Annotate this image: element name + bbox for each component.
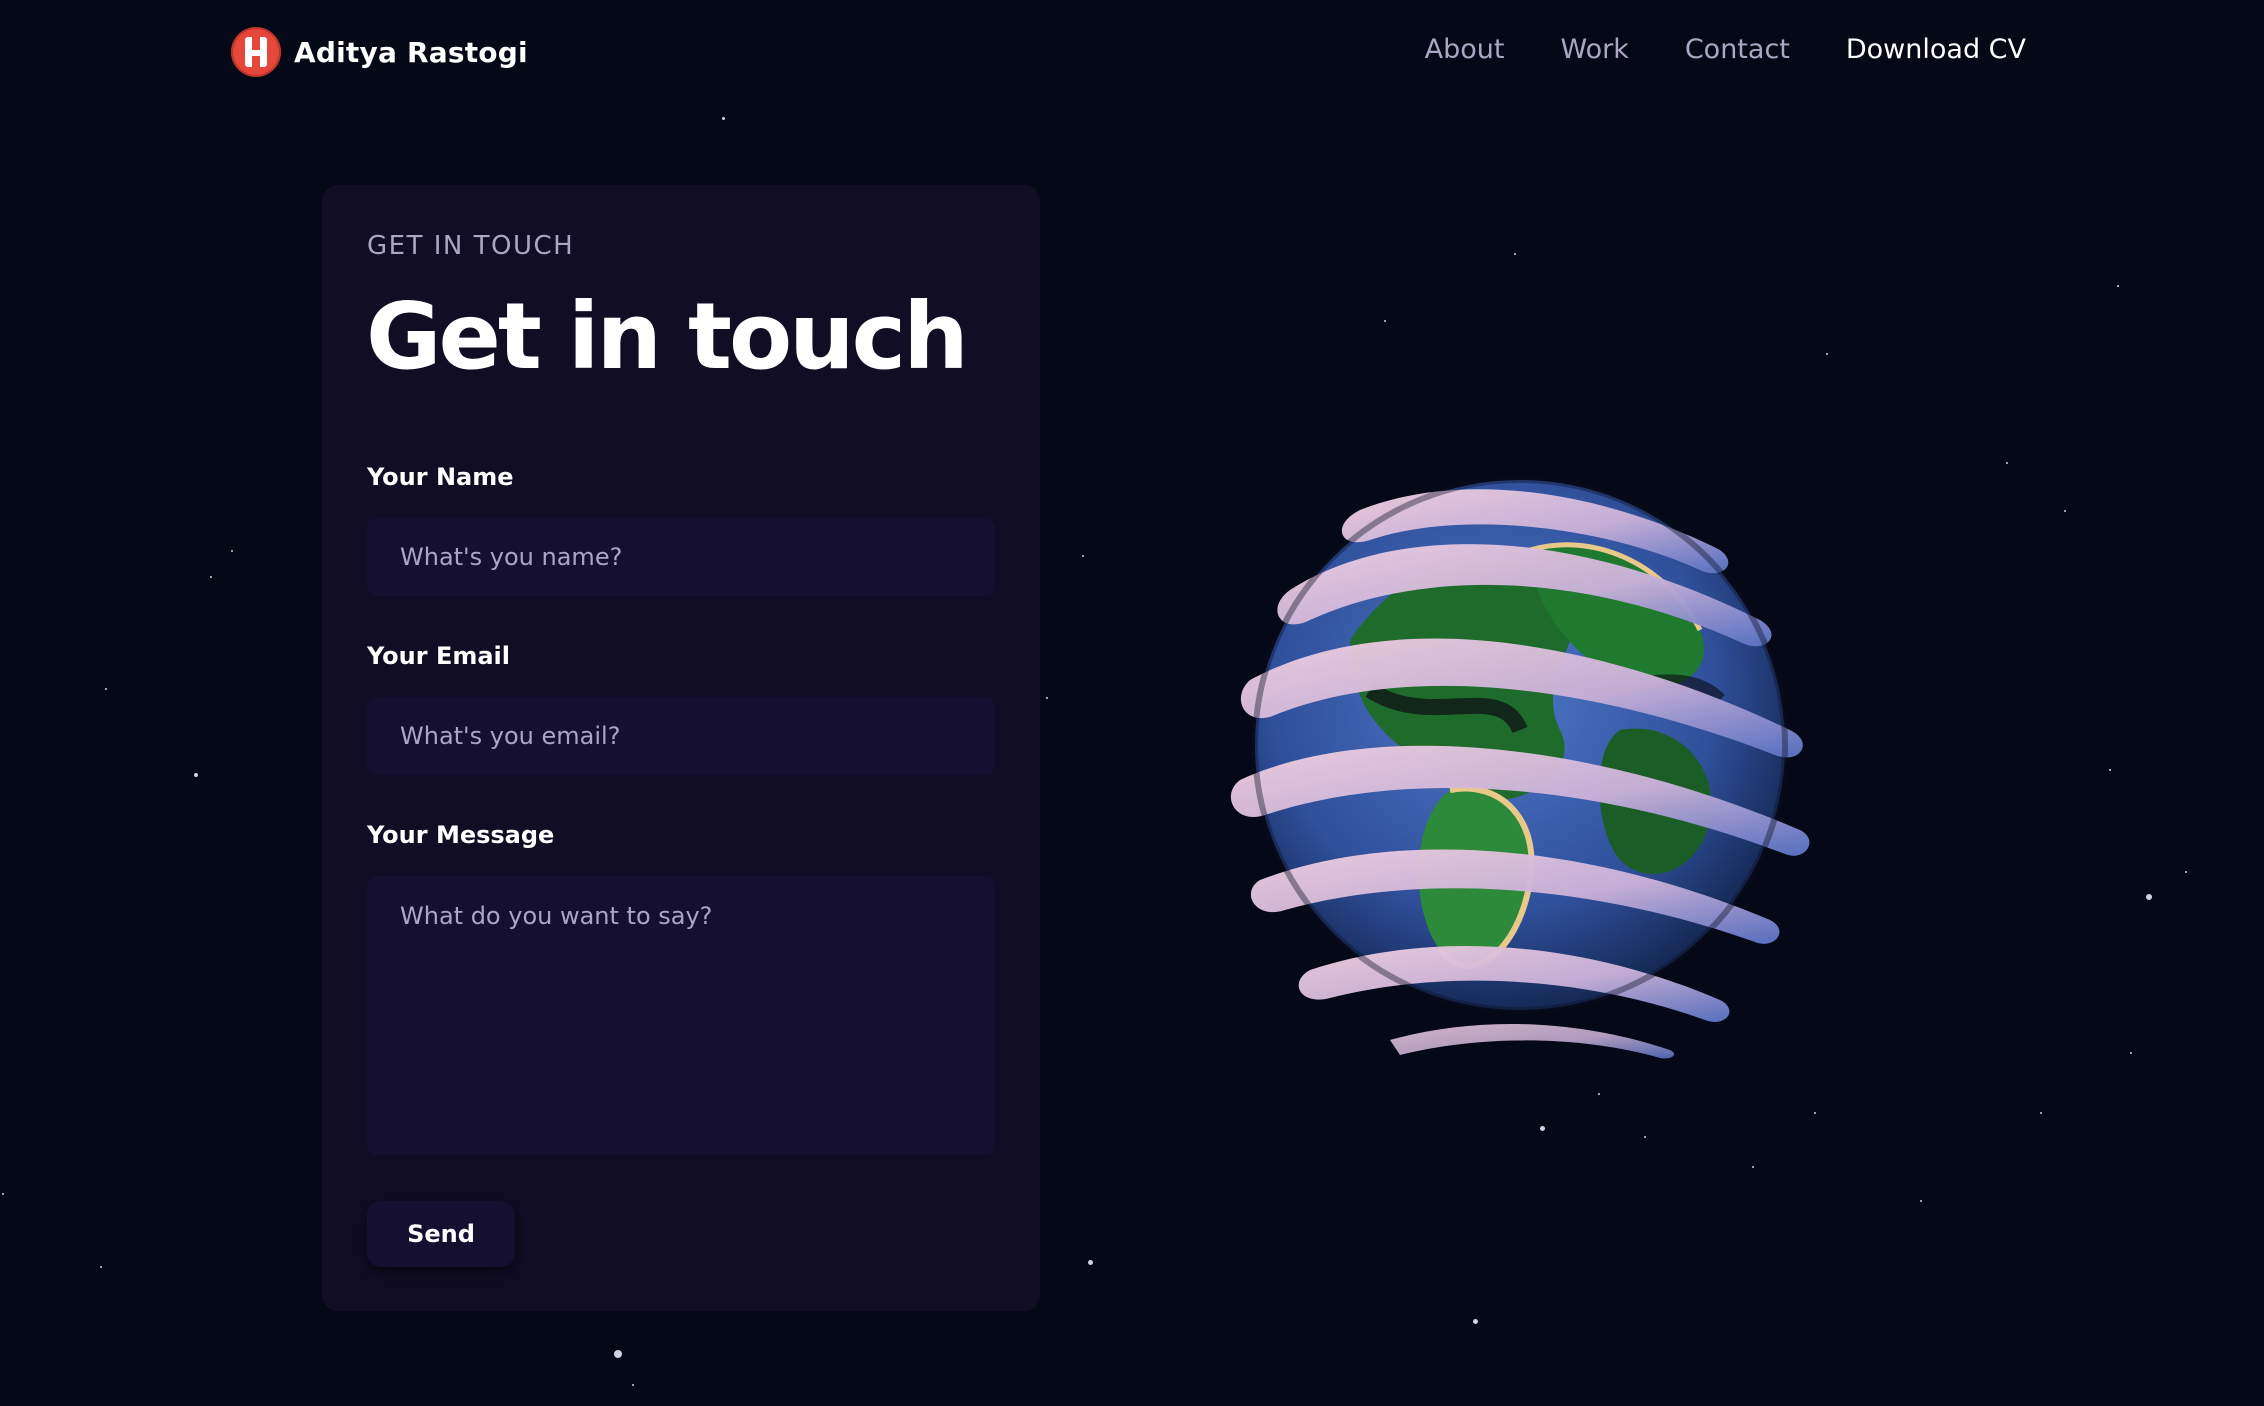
star (632, 1384, 634, 1386)
star (1088, 1260, 1093, 1265)
star (2130, 1052, 2132, 1054)
page: Aditya Rastogi About Work Contact Downlo… (0, 0, 2264, 1406)
send-button[interactable]: Send (367, 1201, 515, 1267)
star (722, 117, 725, 120)
star (1598, 1093, 1600, 1095)
star (1384, 320, 1386, 322)
star (1826, 353, 1828, 355)
nav-links: About Work Contact Download CV (1425, 34, 2026, 65)
star (1082, 555, 1084, 557)
star (1920, 1200, 1922, 1202)
logo-icon (231, 27, 281, 77)
star (2117, 285, 2119, 287)
nav-link-about[interactable]: About (1425, 34, 1505, 65)
email-label: Your Email (367, 642, 510, 670)
message-label: Your Message (367, 821, 555, 849)
star (2109, 769, 2111, 771)
star (1752, 1166, 1754, 1168)
earth-globe-graphic (1230, 477, 1810, 1059)
star (614, 1350, 622, 1358)
star (194, 773, 198, 777)
message-textarea[interactable] (367, 876, 995, 1155)
star (1473, 1319, 1478, 1324)
star (2040, 1112, 2042, 1114)
star (1814, 1112, 1816, 1114)
star (2, 1193, 4, 1195)
email-input[interactable] (367, 697, 995, 775)
star (100, 1266, 102, 1268)
section-heading: Get in touch (366, 283, 969, 390)
name-label: Your Name (367, 463, 514, 491)
brand-link[interactable]: Aditya Rastogi (231, 27, 528, 77)
star (1514, 253, 1516, 255)
star (210, 576, 212, 578)
star (231, 550, 233, 552)
nav-link-work[interactable]: Work (1560, 34, 1628, 65)
star (2185, 871, 2187, 873)
nav-link-contact[interactable]: Contact (1685, 34, 1790, 65)
nav-link-download-cv[interactable]: Download CV (1846, 34, 2026, 65)
star (2006, 462, 2008, 464)
star (1046, 697, 1048, 699)
brand-name: Aditya Rastogi (294, 35, 528, 69)
star (105, 688, 107, 690)
star (1644, 1136, 1646, 1138)
star (2064, 510, 2066, 512)
star (1540, 1126, 1545, 1131)
name-input[interactable] (367, 518, 995, 596)
navbar: Aditya Rastogi About Work Contact Downlo… (0, 0, 2264, 104)
contact-card: GET IN TOUCH Get in touch Your Name Your… (322, 185, 1040, 1311)
star (2146, 894, 2152, 900)
section-eyebrow: GET IN TOUCH (367, 231, 575, 261)
earth-illustration[interactable] (1200, 430, 1840, 1060)
